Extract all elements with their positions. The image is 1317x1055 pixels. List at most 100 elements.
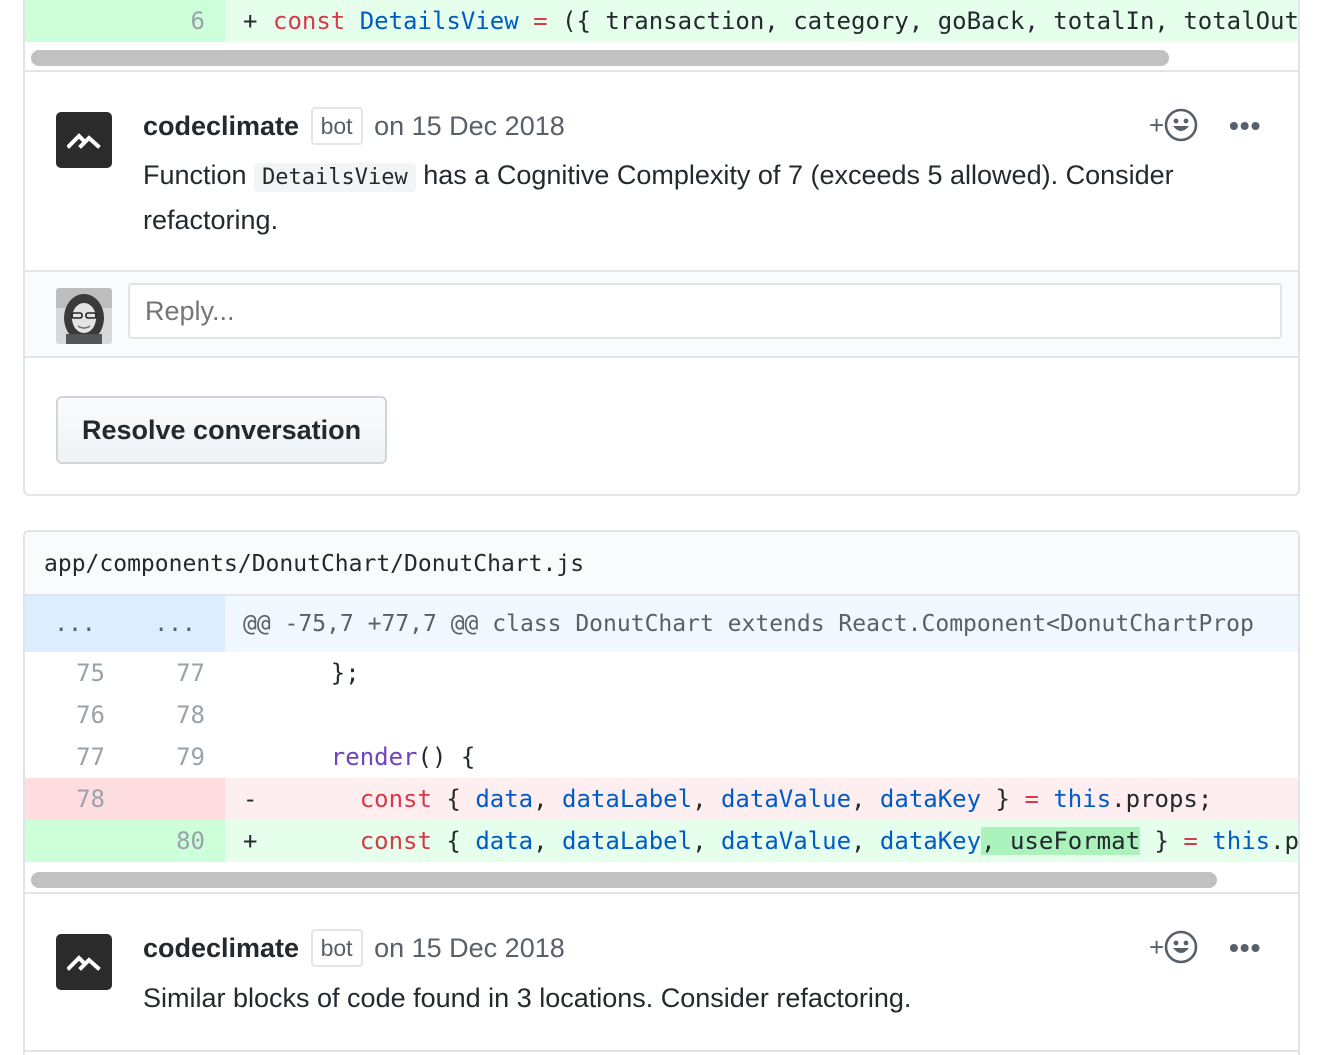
code-token: DetailsView [359,7,519,35]
codeclimate-logo-icon [67,955,101,971]
comment-date[interactable]: on 15 Dec 2018 [374,933,565,963]
divider [25,1050,1298,1052]
plus-label: + [1149,109,1165,140]
user-avatar[interactable] [56,288,112,344]
line-number-new[interactable]: 80 [125,820,225,862]
code-token: } [1140,827,1184,855]
comment-author[interactable]: codeclimate [143,933,299,963]
diff-line-context: 77 79 render() { [25,736,1298,778]
code-text: }; [273,652,360,694]
add-reaction-button[interactable]: + [1149,108,1198,142]
expand-up-button[interactable]: ... [25,596,125,652]
code-token: () { [417,743,476,771]
code-token: .props; [1111,785,1213,813]
code-token: render [330,743,418,771]
diff-line-added: 6 + const DetailsView = ({ transaction, … [25,0,1298,42]
code-token: , [533,785,563,813]
hunk-header: ... ... @@ -75,7 +77,7 @@ class DonutCha… [25,596,1298,652]
code-token: }; [273,659,360,687]
diff-line-added: 80 + const { data, dataLabel, dataValue , … [25,820,1298,862]
smiley-icon [1164,930,1198,964]
expand-down-button[interactable]: ... [125,596,225,652]
code-token: dataKey [879,785,982,813]
code-token: const [273,7,346,35]
divider [25,70,1298,72]
code-token: , useFormat [981,827,1141,855]
code-token: } [981,785,1025,813]
line-number-new[interactable] [125,778,225,820]
line-number-old[interactable]: 77 [25,736,125,778]
line-number-new[interactable]: 6 [25,0,225,42]
line-number-new[interactable]: 78 [125,694,225,736]
kebab-horizontal-icon[interactable]: ••• [1229,934,1261,962]
line-number-old[interactable]: 76 [25,694,125,736]
comment-body: Function DetailsView has a Cognitive Com… [143,154,1273,241]
divider [25,892,1298,894]
kebab-horizontal-icon[interactable]: ••• [1229,112,1261,140]
code-token: , [851,827,880,855]
code-text: render() { [273,736,476,778]
code-token: = [533,7,548,35]
diff-line-context: 76 78 [25,694,1298,736]
comment-body: Similar blocks of code found in 3 locati… [143,983,912,1013]
code-token: dataValue [720,785,852,813]
code-token: , [692,785,721,813]
codeclimate-avatar[interactable] [56,934,112,990]
add-reaction-button[interactable]: + [1149,930,1198,964]
code-token: data [475,785,534,813]
plus-label: + [1149,931,1165,962]
reply-input[interactable] [128,283,1282,339]
line-number-new[interactable]: 77 [125,652,225,694]
horizontal-scrollbar[interactable] [25,42,1298,72]
comment-header: codeclimate bot on 15 Dec 2018 [143,929,565,969]
code-token: dataLabel [562,785,693,813]
code-token: this [1053,785,1112,813]
code-token: = [1024,785,1039,813]
line-number-new[interactable]: 79 [125,736,225,778]
code-token: data [475,827,534,855]
reply-section [25,270,1298,358]
bot-badge: bot [310,107,363,145]
code-text: const DetailsView = ({ transaction, cate… [273,0,1299,42]
inline-code: DetailsView [254,163,416,192]
code-token: dataLabel [562,827,693,855]
code-token: { [431,785,476,813]
bot-badge: bot [310,929,363,967]
code-token: dataValue [720,827,852,855]
diff-sign: - [243,785,258,813]
comment-text: Function [143,160,255,190]
code-token: const [359,827,432,855]
code-token: this [1212,827,1271,855]
comment-text: refactoring. [143,205,279,235]
codeclimate-logo-icon [67,133,101,149]
codeclimate-avatar[interactable] [56,112,112,168]
resolve-conversation-button[interactable]: Resolve conversation [56,396,388,464]
code-token: { [431,827,476,855]
diff-line-context: 75 77 }; [25,652,1298,694]
scrollbar-thumb[interactable] [31,872,1217,888]
comment-date[interactable]: on 15 Dec 2018 [374,111,565,141]
code-token: dataKey [879,827,982,855]
smiley-icon [1164,108,1198,142]
file-path[interactable]: app/components/DonutChart/DonutChart.js [25,532,1298,596]
code-token: ({ transaction, category, goBack, totalI… [547,7,1299,35]
scrollbar-thumb[interactable] [31,50,1169,66]
line-number-old[interactable] [25,820,125,862]
code-token: , [692,827,721,855]
diff-sign: + [243,827,258,855]
line-number-old[interactable]: 75 [25,652,125,694]
code-text: const { data, dataLabel, dataValue, data… [273,778,1213,820]
code-token: , [851,785,880,813]
hunk-text: @@ -75,7 +77,7 @@ class DonutChart exten… [243,611,1254,637]
code-token: = [1183,827,1198,855]
line-number-old[interactable]: 78 [25,778,125,820]
comment-author[interactable]: codeclimate [143,111,299,141]
horizontal-scrollbar[interactable] [25,864,1298,894]
